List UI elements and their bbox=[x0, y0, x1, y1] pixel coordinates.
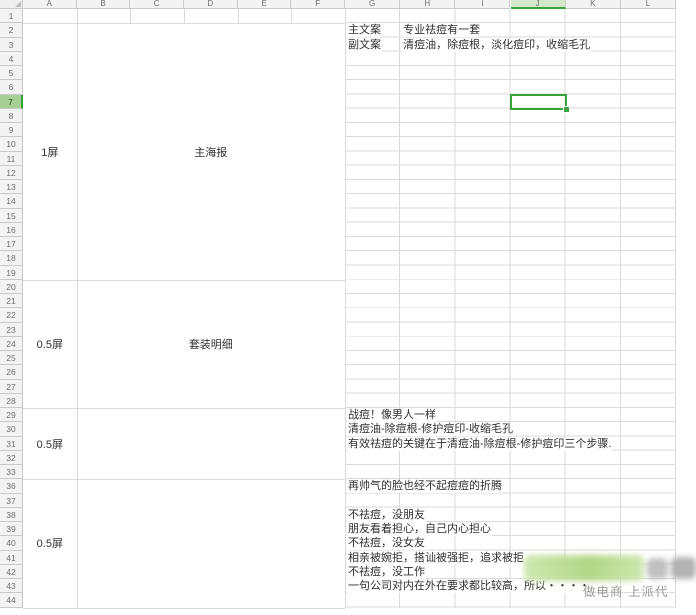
row-header-38[interactable]: 38 bbox=[0, 508, 23, 522]
cell-G31[interactable]: 有效祛痘的关键在于清痘油-除痘根-修护痘印三个步骤. bbox=[347, 438, 612, 451]
cell-G29[interactable]: 战痘！像男人一样 bbox=[347, 409, 437, 422]
row-header-4[interactable]: 4 bbox=[0, 52, 23, 66]
merged-cell-title-1[interactable]: 主海报 bbox=[77, 23, 345, 280]
row1-col-divider bbox=[184, 9, 185, 23]
row-header-20[interactable]: 20 bbox=[0, 280, 23, 294]
row-header-11[interactable]: 11 bbox=[0, 152, 23, 166]
row-header-29[interactable]: 29 bbox=[0, 408, 23, 422]
row-header-36[interactable]: 36 bbox=[0, 479, 23, 493]
row-header-1[interactable]: 1 bbox=[0, 9, 23, 23]
row-header-43[interactable]: 43 bbox=[0, 579, 23, 593]
merged-cell-screen-1[interactable]: 1屏 bbox=[23, 23, 77, 280]
row1-col-divider bbox=[130, 9, 131, 23]
row-header-2[interactable]: 2 bbox=[0, 23, 23, 37]
cell-H2[interactable]: 专业祛痘有一套 bbox=[402, 24, 481, 37]
column-header-H[interactable]: H bbox=[400, 0, 455, 9]
row-header-18[interactable]: 18 bbox=[0, 251, 23, 265]
cell-G30[interactable]: 清痘油-除痘根-修护痘印-收缩毛孔 bbox=[347, 423, 514, 436]
column-header-L[interactable]: L bbox=[621, 0, 676, 9]
row-header-30[interactable]: 30 bbox=[0, 422, 23, 436]
row-header-40[interactable]: 40 bbox=[0, 536, 23, 550]
cell-G39[interactable]: 朋友看着担心，自己内心担心 bbox=[347, 523, 492, 536]
merged-cell-title-4[interactable] bbox=[77, 479, 345, 607]
cell-G42[interactable]: 不祛痘，没工作 bbox=[347, 566, 426, 579]
row-header-28[interactable]: 28 bbox=[0, 394, 23, 408]
column-header-B[interactable]: B bbox=[77, 0, 131, 9]
merged-cell-title-3[interactable] bbox=[77, 408, 345, 479]
column-header-I[interactable]: I bbox=[455, 0, 510, 9]
cell-G43[interactable]: 一句公司对内在外在要求都比较高，所以・・・・ bbox=[347, 580, 591, 593]
cell-G38[interactable]: 不祛痘，没朋友 bbox=[347, 509, 426, 522]
row-header-39[interactable]: 39 bbox=[0, 522, 23, 536]
row-header-21[interactable]: 21 bbox=[0, 294, 23, 308]
row-header-26[interactable]: 26 bbox=[0, 365, 23, 379]
column-header-C[interactable]: C bbox=[130, 0, 184, 9]
row-header-41[interactable]: 41 bbox=[0, 551, 23, 565]
cell-G40[interactable]: 不祛痘，没女友 bbox=[347, 537, 426, 550]
row-header-5[interactable]: 5 bbox=[0, 66, 23, 80]
row-header-32[interactable]: 32 bbox=[0, 451, 23, 465]
row-header-6[interactable]: 6 bbox=[0, 80, 23, 94]
row-header-37[interactable]: 37 bbox=[0, 494, 23, 508]
cell-G41[interactable]: 相亲被婉拒，搭讪被强拒，追求被拒 bbox=[347, 552, 525, 565]
row-header-9[interactable]: 9 bbox=[0, 123, 23, 137]
fill-handle[interactable] bbox=[563, 106, 570, 113]
watermark-gray-blob-2 bbox=[671, 557, 696, 579]
merged-cell-screen-3[interactable]: 0.5屏 bbox=[23, 408, 77, 479]
column-header-D[interactable]: D bbox=[184, 0, 238, 9]
row-header-15[interactable]: 15 bbox=[0, 209, 23, 223]
spreadsheet: ABCDEFGHIJKL 123456789101112131415161718… bbox=[0, 0, 696, 615]
row-header-31[interactable]: 31 bbox=[0, 437, 23, 451]
row-header-24[interactable]: 24 bbox=[0, 337, 23, 351]
cell-G2[interactable]: 主文案 bbox=[347, 24, 382, 37]
row-header-25[interactable]: 25 bbox=[0, 351, 23, 365]
row-header-3[interactable]: 3 bbox=[0, 38, 23, 52]
divider-colF-colG bbox=[345, 9, 346, 608]
merged-cell-screen-4[interactable]: 0.5屏 bbox=[23, 479, 77, 607]
selected-cell-cursor[interactable] bbox=[510, 94, 567, 110]
row-header-22[interactable]: 22 bbox=[0, 308, 23, 322]
cell-G3[interactable]: 副文案 bbox=[347, 39, 382, 52]
row-header-33[interactable]: 33 bbox=[0, 465, 23, 479]
merged-cell-screen-2[interactable]: 0.5屏 bbox=[23, 280, 77, 408]
row-header-12[interactable]: 12 bbox=[0, 166, 23, 180]
watermark-gray-blob-1 bbox=[647, 558, 668, 579]
column-header-G[interactable]: G bbox=[345, 0, 400, 9]
row-header-8[interactable]: 8 bbox=[0, 109, 23, 123]
row-header-16[interactable]: 16 bbox=[0, 223, 23, 237]
watermark-text: 做电商 上派代 bbox=[583, 581, 668, 600]
row-header-17[interactable]: 17 bbox=[0, 237, 23, 251]
select-all-corner[interactable] bbox=[0, 0, 23, 9]
merged-cell-title-2[interactable]: 套装明细 bbox=[77, 280, 345, 408]
cell-H3[interactable]: 清痘油，除痘根，淡化痘印，收缩毛孔 bbox=[402, 39, 591, 52]
column-header-K[interactable]: K bbox=[566, 0, 621, 9]
select-all-triangle-icon bbox=[15, 1, 21, 7]
row-header-10[interactable]: 10 bbox=[0, 137, 23, 151]
cell-G36[interactable]: 再帅气的脸也经不起痘痘的折腾 bbox=[347, 480, 503, 493]
row-header-7[interactable]: 7 bbox=[0, 95, 23, 109]
column-header-A[interactable]: A bbox=[23, 0, 77, 9]
row-header-23[interactable]: 23 bbox=[0, 323, 23, 337]
row1-col-divider bbox=[238, 9, 239, 23]
row-header-27[interactable]: 27 bbox=[0, 380, 23, 394]
watermark-green-blob bbox=[524, 555, 644, 581]
column-header-F[interactable]: F bbox=[291, 0, 345, 9]
row-header-19[interactable]: 19 bbox=[0, 266, 23, 280]
column-header-E[interactable]: E bbox=[238, 0, 292, 9]
row-header-42[interactable]: 42 bbox=[0, 565, 23, 579]
row-header-44[interactable]: 44 bbox=[0, 593, 23, 607]
column-header-J[interactable]: J bbox=[511, 0, 566, 9]
row-header-13[interactable]: 13 bbox=[0, 180, 23, 194]
section-4-bottom-border bbox=[23, 608, 345, 609]
row1-col-divider bbox=[291, 9, 292, 23]
row-header-14[interactable]: 14 bbox=[0, 194, 23, 208]
